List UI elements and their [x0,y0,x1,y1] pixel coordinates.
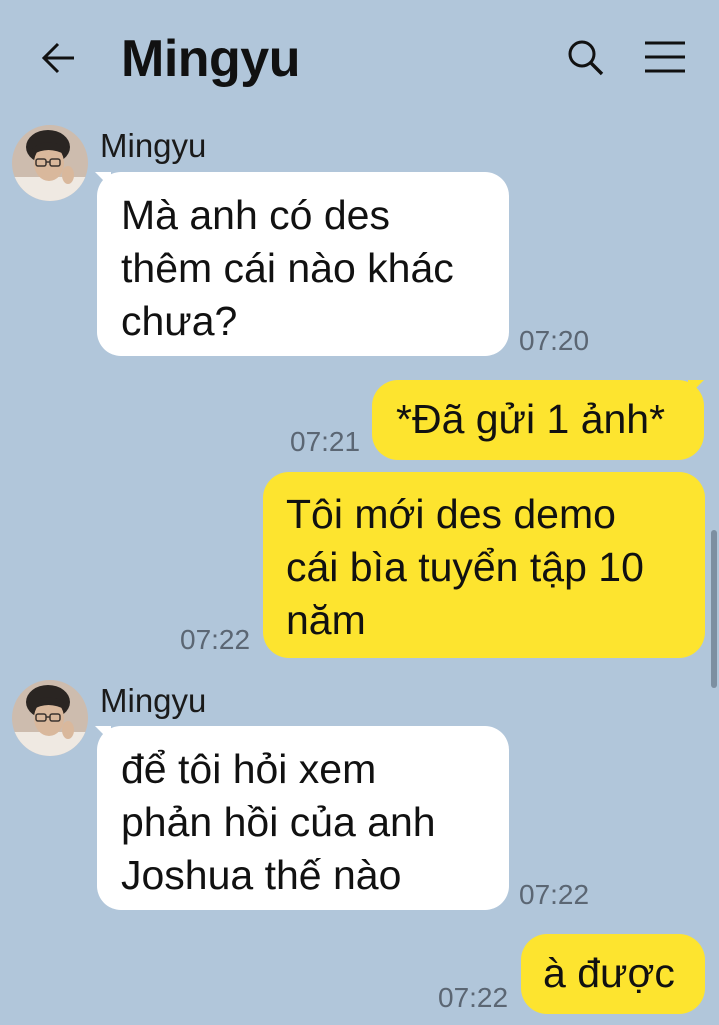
outgoing-message-bubble[interactable]: à được [521,934,705,1014]
message-time: 07:22 [180,624,251,655]
chat-title: Mingyu [121,30,300,88]
message-time: 07:22 [438,982,509,1013]
search-icon [568,40,604,76]
hamburger-menu-icon [645,41,685,73]
message-time: 07:22 [519,879,590,910]
search-button[interactable] [562,34,608,80]
avatar-photo-icon [12,680,88,756]
arrow-left-icon [41,42,74,74]
outgoing-message-bubble[interactable]: Tôi mới des demo cái bìa tuyển tập 10 nă… [263,472,705,658]
avatar-photo-icon [12,125,88,201]
back-button[interactable] [36,36,80,80]
scrollbar[interactable] [711,530,717,688]
avatar[interactable] [12,125,88,201]
bubble-tail [688,380,704,396]
incoming-message-bubble[interactable]: để tôi hỏi xem phản hồi của anh Joshua t… [97,726,509,910]
avatar[interactable] [12,680,88,756]
message-time: 07:21 [290,426,361,457]
incoming-message-bubble[interactable]: Mà anh có des thêm cái nào khác chưa? [97,172,509,356]
sender-name: Mingyu [100,127,207,164]
outgoing-message-bubble[interactable]: *Đã gửi 1 ảnh* [372,380,704,460]
sender-name: Mingyu [100,682,207,719]
message-time: 07:20 [519,325,590,356]
menu-button[interactable] [640,34,690,80]
chat-header: Mingyu [0,0,719,118]
